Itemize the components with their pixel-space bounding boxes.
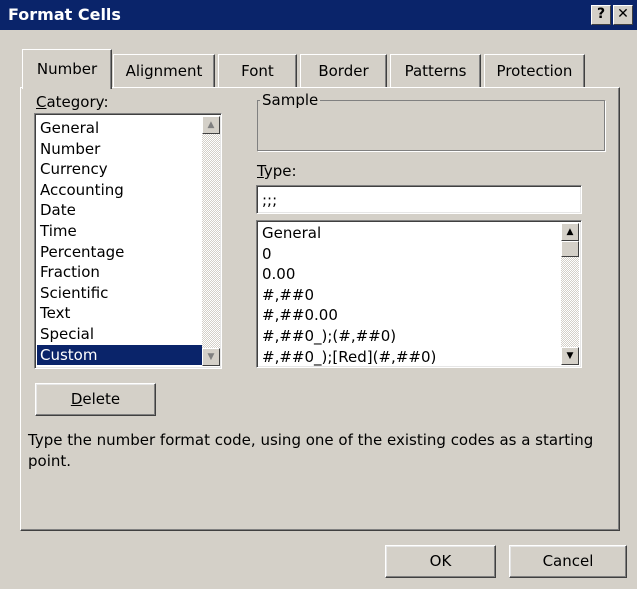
category-item[interactable]: Accounting — [37, 180, 203, 201]
category-scrollbar[interactable]: ▲ ▼ — [202, 116, 220, 366]
scroll-up-icon: ▲ — [566, 227, 574, 237]
type-scroll-up-button[interactable]: ▲ — [561, 223, 579, 241]
type-item[interactable]: General — [259, 223, 559, 244]
category-item[interactable]: Text — [37, 303, 203, 324]
delete-button[interactable]: Delete — [35, 383, 156, 416]
ok-button[interactable]: OK — [385, 545, 496, 578]
scroll-down-icon: ▼ — [207, 352, 215, 362]
type-scrollbar[interactable]: ▲ ▼ — [561, 223, 579, 365]
type-scroll-down-button[interactable]: ▼ — [561, 347, 579, 365]
type-scroll-thumb[interactable] — [561, 241, 579, 257]
sample-label: Sample — [260, 91, 321, 109]
type-listbox[interactable]: General 0 0.00 #,##0 #,##0.00 #,##0_);(#,##0)… — [256, 220, 582, 368]
type-item[interactable]: #,##0.00 — [259, 305, 559, 326]
scroll-up-icon: ▲ — [207, 120, 215, 130]
type-item[interactable]: #,##0_);(#,##0) — [259, 326, 559, 347]
type-item[interactable]: 0 — [259, 244, 559, 265]
category-item[interactable]: Special — [37, 324, 203, 345]
type-input[interactable]: ;;; — [256, 185, 582, 214]
type-label: Type: — [257, 162, 297, 180]
scroll-down-icon: ▼ — [566, 351, 574, 361]
category-listbox[interactable]: General Number Currency Accounting Date Time P… — [34, 113, 222, 369]
type-item[interactable]: 0.00 — [259, 264, 559, 285]
category-item[interactable]: Date — [37, 200, 203, 221]
category-item[interactable]: Scientific — [37, 283, 203, 304]
category-item[interactable]: Percentage — [37, 242, 203, 263]
type-input-value: ;;; — [262, 191, 278, 209]
category-item[interactable]: Number — [37, 139, 203, 160]
category-label: Category: — [36, 93, 109, 111]
category-item[interactable]: Custom — [37, 344, 203, 366]
category-item[interactable]: Fraction — [37, 262, 203, 283]
category-scroll-down-button[interactable]: ▼ — [202, 348, 220, 366]
type-item[interactable]: #,##0 — [259, 285, 559, 306]
category-item[interactable]: Currency — [37, 159, 203, 180]
cancel-button[interactable]: Cancel — [509, 545, 627, 578]
type-item[interactable]: #,##0_);[Red](#,##0) — [259, 347, 559, 367]
hint-text: Type the number format code, using one o… — [28, 431, 594, 470]
category-scroll-up-button[interactable]: ▲ — [202, 116, 220, 134]
category-item[interactable]: General — [37, 118, 203, 139]
category-item[interactable]: Time — [37, 221, 203, 242]
